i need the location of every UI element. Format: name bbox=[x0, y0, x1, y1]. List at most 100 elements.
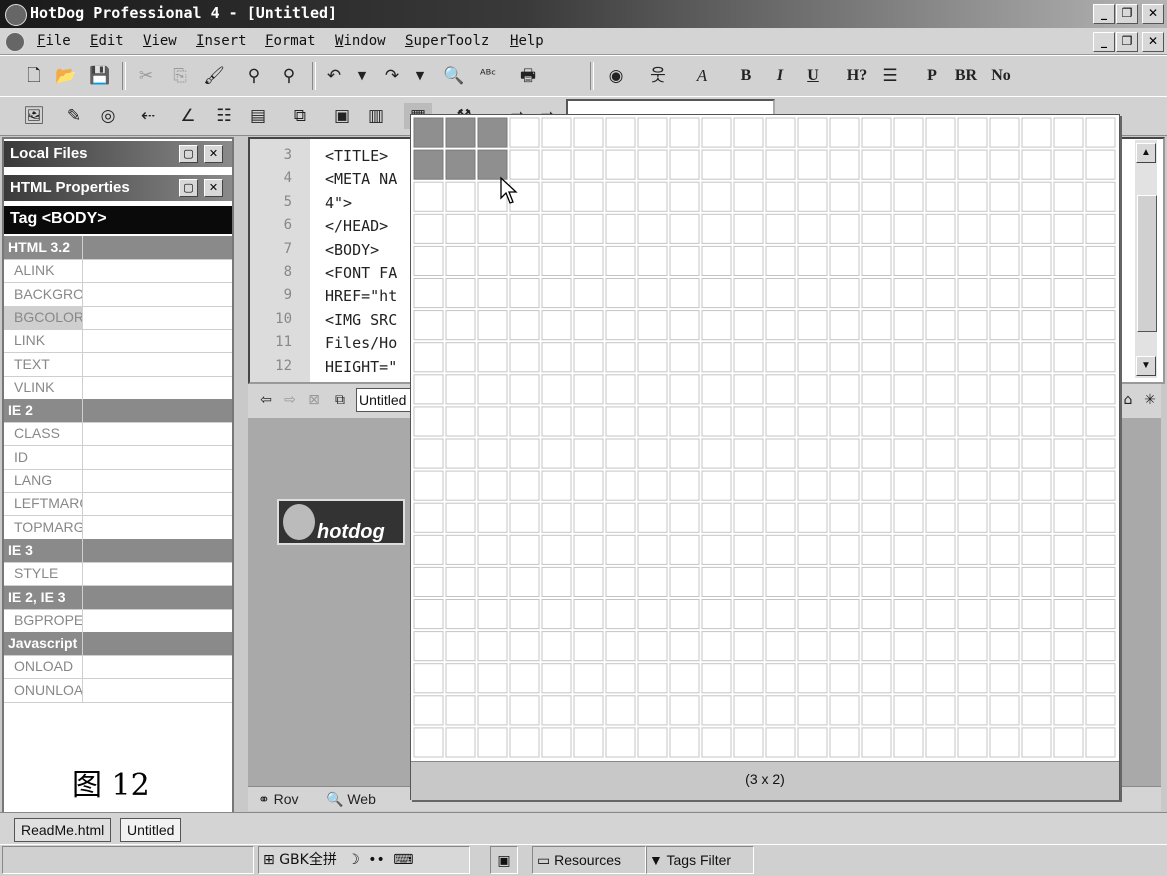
grid-cell[interactable] bbox=[669, 663, 700, 694]
grid-cell[interactable] bbox=[477, 727, 508, 758]
grid-cell[interactable] bbox=[1021, 566, 1052, 597]
grid-cell[interactable] bbox=[1021, 663, 1052, 694]
table-grid[interactable] bbox=[413, 117, 1117, 759]
grid-cell[interactable] bbox=[413, 438, 444, 469]
grid-cell[interactable] bbox=[477, 438, 508, 469]
grid-cell[interactable] bbox=[637, 727, 668, 758]
grid-cell[interactable] bbox=[413, 470, 444, 501]
grid-cell[interactable] bbox=[637, 470, 668, 501]
grid-cell[interactable] bbox=[733, 213, 764, 244]
grid-cell[interactable] bbox=[669, 374, 700, 405]
grid-cell[interactable] bbox=[509, 342, 540, 373]
grid-cell[interactable] bbox=[701, 438, 732, 469]
grid-cell[interactable] bbox=[861, 310, 892, 341]
grid-cell[interactable] bbox=[861, 663, 892, 694]
grid-cell[interactable] bbox=[1053, 470, 1084, 501]
grid-cell[interactable] bbox=[701, 599, 732, 630]
grid-cell[interactable] bbox=[925, 149, 956, 180]
grid-cell[interactable] bbox=[989, 213, 1020, 244]
grid-cell[interactable] bbox=[637, 695, 668, 726]
grid-cell[interactable] bbox=[1085, 181, 1116, 212]
grid-cell[interactable] bbox=[637, 245, 668, 276]
grid-cell[interactable] bbox=[1085, 438, 1116, 469]
grid-cell[interactable] bbox=[957, 117, 988, 148]
tags-filter-tab[interactable]: ▼ Tags Filter bbox=[646, 846, 754, 874]
grid-cell[interactable] bbox=[893, 278, 924, 309]
grid-cell[interactable] bbox=[573, 727, 604, 758]
align-icon[interactable]: ☰ bbox=[876, 63, 904, 89]
panel-restore-icon[interactable]: ▢ bbox=[179, 145, 198, 163]
property-row[interactable]: LEFTMARGIN bbox=[4, 492, 232, 517]
grid-cell[interactable] bbox=[605, 631, 636, 662]
grid-cell[interactable] bbox=[1053, 342, 1084, 373]
grid-cell[interactable] bbox=[1053, 406, 1084, 437]
grid-cell[interactable] bbox=[413, 278, 444, 309]
grid-cell[interactable] bbox=[669, 181, 700, 212]
grid-cell[interactable] bbox=[413, 213, 444, 244]
tab-rov[interactable]: ⚭ Rov bbox=[258, 789, 299, 809]
grid-cell[interactable] bbox=[893, 727, 924, 758]
grid-cell[interactable] bbox=[989, 406, 1020, 437]
grid-cell[interactable] bbox=[509, 566, 540, 597]
close-button[interactable]: ✕ bbox=[1142, 4, 1164, 24]
grid-cell[interactable] bbox=[861, 727, 892, 758]
menu-insert[interactable]: Insert bbox=[196, 33, 247, 49]
grid-cell[interactable] bbox=[413, 374, 444, 405]
grid-cell[interactable] bbox=[797, 278, 828, 309]
property-row[interactable]: VLINK bbox=[4, 375, 232, 400]
grid-cell[interactable] bbox=[797, 406, 828, 437]
grid-cell[interactable] bbox=[573, 502, 604, 533]
grid-cell[interactable] bbox=[829, 406, 860, 437]
grid-cell[interactable] bbox=[765, 695, 796, 726]
grid-cell[interactable] bbox=[669, 502, 700, 533]
grid-cell[interactable] bbox=[893, 406, 924, 437]
grid-cell[interactable] bbox=[669, 245, 700, 276]
grid-cell[interactable] bbox=[701, 213, 732, 244]
property-row[interactable]: ID bbox=[4, 445, 232, 470]
child-restore-button[interactable]: ❐ bbox=[1116, 32, 1138, 52]
grid-cell[interactable] bbox=[893, 342, 924, 373]
grid-cell[interactable] bbox=[733, 342, 764, 373]
grid-cell[interactable] bbox=[637, 406, 668, 437]
grid-cell[interactable] bbox=[989, 374, 1020, 405]
grid-cell[interactable] bbox=[861, 213, 892, 244]
property-row[interactable]: LANG bbox=[4, 469, 232, 493]
grid-cell[interactable] bbox=[1053, 438, 1084, 469]
grid-cell[interactable] bbox=[925, 278, 956, 309]
grid-cell[interactable] bbox=[477, 663, 508, 694]
grid-cell[interactable] bbox=[541, 631, 572, 662]
grid-cell[interactable] bbox=[797, 599, 828, 630]
grid-cell[interactable] bbox=[925, 438, 956, 469]
grid-cell[interactable] bbox=[669, 149, 700, 180]
cut-icon[interactable]: ✂ bbox=[132, 63, 160, 89]
resources-tab[interactable]: ▭ Resources bbox=[532, 846, 646, 874]
grid-cell[interactable] bbox=[573, 599, 604, 630]
panel-close-icon[interactable]: ✕ bbox=[204, 145, 223, 163]
grid-cell[interactable] bbox=[957, 149, 988, 180]
grid-cell[interactable] bbox=[957, 631, 988, 662]
grid-cell[interactable] bbox=[1053, 534, 1084, 565]
menu-supertoolz[interactable]: SuperToolz bbox=[405, 33, 489, 49]
grid-cell[interactable] bbox=[733, 631, 764, 662]
grid-cell[interactable] bbox=[541, 374, 572, 405]
grid-cell[interactable] bbox=[989, 278, 1020, 309]
grid-cell[interactable] bbox=[861, 245, 892, 276]
grid-cell[interactable] bbox=[669, 727, 700, 758]
grid-cell[interactable] bbox=[445, 181, 476, 212]
grid-cell-selected[interactable] bbox=[477, 117, 508, 148]
grid-cell[interactable] bbox=[797, 245, 828, 276]
grid-cell[interactable] bbox=[925, 695, 956, 726]
grid-cell[interactable] bbox=[541, 213, 572, 244]
grid-cell[interactable] bbox=[509, 631, 540, 662]
grid-cell[interactable] bbox=[989, 342, 1020, 373]
grid-cell[interactable] bbox=[701, 406, 732, 437]
list-icon[interactable]: ☷ bbox=[210, 103, 238, 129]
grid-cell[interactable] bbox=[445, 310, 476, 341]
grid-cell[interactable] bbox=[541, 599, 572, 630]
grid-cell[interactable] bbox=[829, 502, 860, 533]
link-icon[interactable]: ✎ bbox=[60, 103, 88, 129]
grid-cell[interactable] bbox=[1053, 695, 1084, 726]
grid-cell[interactable] bbox=[605, 374, 636, 405]
grid-cell[interactable] bbox=[989, 502, 1020, 533]
grid-cell[interactable] bbox=[669, 342, 700, 373]
